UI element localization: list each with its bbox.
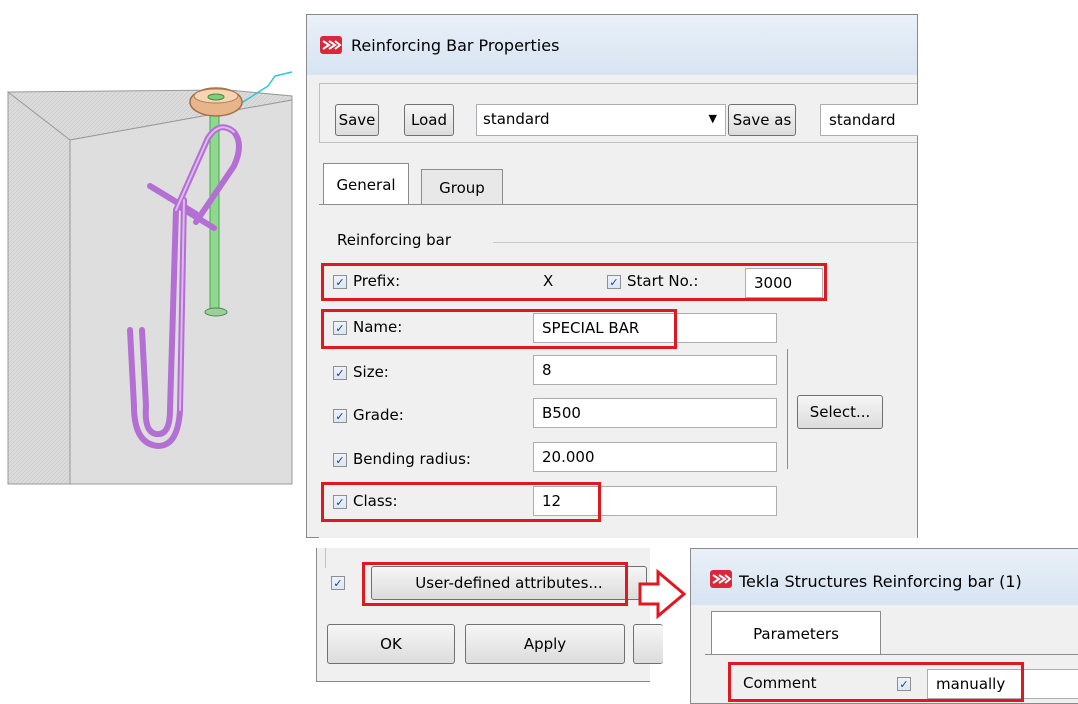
ok-button[interactable]: OK [327,624,455,664]
save-as-button[interactable]: Save as [728,104,796,136]
name-highlight [321,309,677,349]
uda-title: Tekla Structures Reinforcing bar (1) [739,572,1022,591]
select-bracket [787,349,788,469]
dialog-title: Reinforcing Bar Properties [351,36,560,55]
save-button[interactable]: Save [335,104,379,136]
uda-highlight [362,562,628,606]
apply-button[interactable]: Apply [465,624,625,664]
preset-dropdown[interactable]: standard ▼ [476,104,726,136]
size-input[interactable]: 8 [533,355,777,385]
comment-highlight [728,662,1024,702]
grade-checkbox[interactable]: ✓ [333,409,347,423]
tab-parameters[interactable]: Parameters [711,611,881,655]
tekla-icon [320,36,342,54]
tekla-icon [710,570,732,588]
grade-input[interactable]: B500 [533,398,777,428]
grade-label: Grade: [353,406,404,424]
chevron-down-icon: ▼ [708,112,717,125]
strip-divider [325,548,326,568]
tab-group[interactable]: Group [421,169,503,205]
section-divider [493,242,917,243]
arrow-right-icon [638,568,687,620]
bending-radius-label: Bending radius: [353,450,471,468]
select-button[interactable]: Select... [797,395,883,429]
save-as-input[interactable]: standard [820,104,918,136]
size-checkbox[interactable]: ✓ [333,366,347,380]
concrete-side-face [7,90,71,485]
section-title: Reinforcing bar [337,231,452,249]
modify-button[interactable] [633,624,663,664]
model-view[interactable] [0,0,300,490]
bending-radius-input[interactable]: 20.000 [533,442,777,472]
dialog-titlebar: Reinforcing Bar Properties [307,15,917,75]
uda-titlebar: Tekla Structures Reinforcing bar (1) [691,549,1078,605]
class-highlight [321,482,601,522]
preset-value: standard [483,110,550,128]
bending-radius-checkbox[interactable]: ✓ [333,453,347,467]
prefix-highlight [321,263,827,301]
load-button[interactable]: Load [404,104,454,136]
toolbar: Save Load standard ▼ Save as standard [319,83,918,143]
anchor-bolt [207,93,225,101]
reinforcing-bar-properties-dialog: Reinforcing Bar Properties Save Load sta… [306,14,918,538]
size-label: Size: [353,363,389,381]
bar-end-marker [204,307,228,317]
tab-general[interactable]: General [323,163,409,205]
uda-checkbox[interactable]: ✓ [331,576,345,590]
